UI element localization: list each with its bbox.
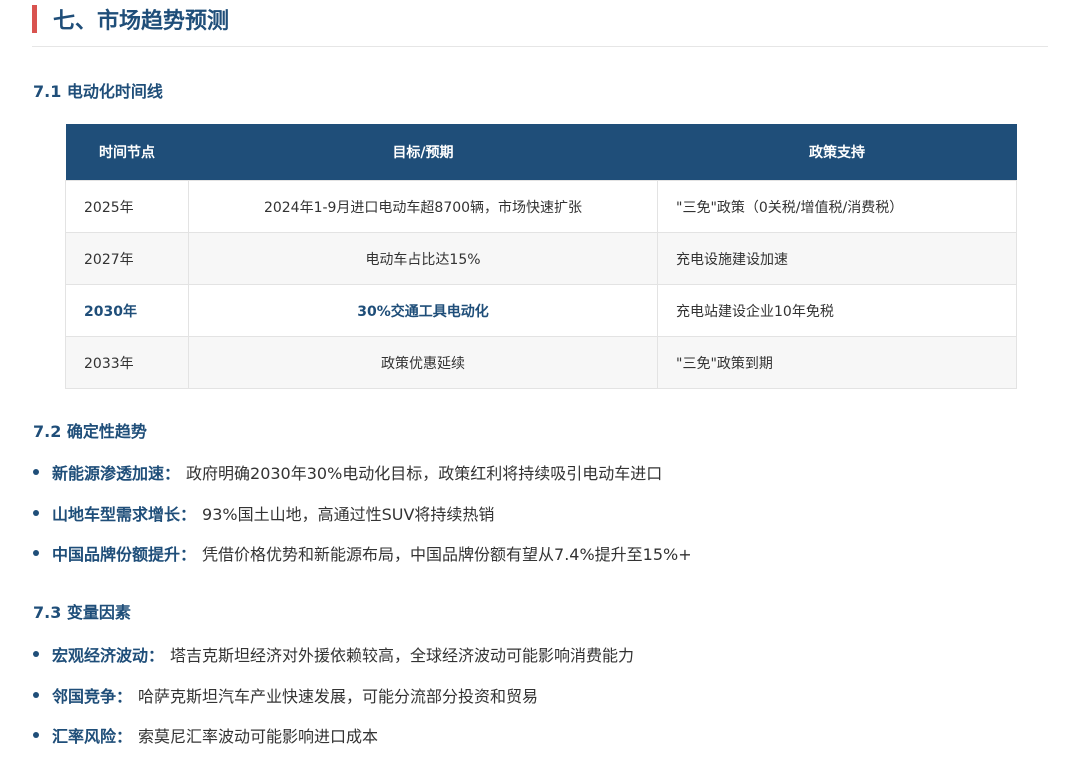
item-label: 中国品牌份额提升： bbox=[52, 545, 197, 565]
item-label: 汇率风险： bbox=[52, 727, 133, 747]
list-item: 山地车型需求增长： 93%国土山地，高通过性SUV将持续热销 bbox=[33, 493, 1033, 534]
bullet-dot bbox=[33, 469, 39, 476]
list-item: 汇率风险： 索莫尼汇率波动可能影响进口成本 bbox=[33, 715, 1033, 756]
section-divider bbox=[32, 46, 1048, 47]
cell-target: 政策优惠延续 bbox=[188, 336, 658, 389]
cell-target: 电动车占比达15% bbox=[188, 232, 658, 285]
report-page: 七、市场趋势预测 7.1 电动化时间线 时间节点 目标/预期 政策支持 2025… bbox=[0, 0, 1080, 763]
section-heading: 七、市场趋势预测 bbox=[32, 2, 229, 36]
table-row: 2027年 电动车占比达15% 充电设施建设加速 bbox=[65, 232, 1017, 285]
cell-policy: 充电站建设企业10年免税 bbox=[657, 284, 1017, 337]
table-row-highlighted: 2030年 30%交通工具电动化 充电站建设企业10年免税 bbox=[65, 284, 1017, 337]
section-title: 七、市场趋势预测 bbox=[53, 9, 230, 34]
electrification-timeline-table: 时间节点 目标/预期 政策支持 2025年 2024年1-9月进口电动车超870… bbox=[65, 124, 1017, 389]
column-header-target: 目标/预期 bbox=[188, 124, 658, 181]
column-header-time: 时间节点 bbox=[65, 124, 189, 181]
certain-trends-list: 新能源渗透加速： 政府明确2030年30%电动化目标，政策红利将持续吸引电动车进口… bbox=[33, 452, 1033, 574]
cell-time: 2033年 bbox=[65, 336, 189, 389]
bullet-dot bbox=[33, 651, 39, 658]
cell-time: 2030年 bbox=[65, 284, 189, 337]
cell-time: 2025年 bbox=[65, 180, 189, 233]
list-item: 新能源渗透加速： 政府明确2030年30%电动化目标，政策红利将持续吸引电动车进口 bbox=[33, 452, 1033, 493]
item-label: 新能源渗透加速： bbox=[52, 464, 181, 484]
item-text: 索莫尼汇率波动可能影响进口成本 bbox=[138, 727, 379, 747]
cell-time: 2027年 bbox=[65, 232, 189, 285]
cell-target: 30%交通工具电动化 bbox=[188, 284, 658, 337]
column-header-policy: 政策支持 bbox=[657, 124, 1017, 181]
cell-policy: "三免"政策到期 bbox=[657, 336, 1017, 389]
heading-marker bbox=[32, 5, 37, 33]
bullet-dot bbox=[33, 691, 39, 698]
item-text: 塔吉克斯坦经济对外援依赖较高，全球经济波动可能影响消费能力 bbox=[170, 646, 635, 666]
item-text: 哈萨克斯坦汽车产业快速发展，可能分流部分投资和贸易 bbox=[138, 686, 539, 706]
list-item: 邻国竞争： 哈萨克斯坦汽车产业快速发展，可能分流部分投资和贸易 bbox=[33, 675, 1033, 716]
subsection-title-certain-trends: 7.2 确定性趋势 bbox=[33, 422, 147, 441]
subsection-title-electrification: 7.1 电动化时间线 bbox=[33, 82, 163, 101]
list-item: 宏观经济波动： 塔吉克斯坦经济对外援依赖较高，全球经济波动可能影响消费能力 bbox=[33, 634, 1033, 675]
variable-factors-list: 宏观经济波动： 塔吉克斯坦经济对外援依赖较高，全球经济波动可能影响消费能力 邻国竞… bbox=[33, 634, 1033, 756]
bullet-dot bbox=[33, 550, 39, 557]
item-text: 政府明确2030年30%电动化目标，政策红利将持续吸引电动车进口 bbox=[186, 464, 663, 484]
item-label: 山地车型需求增长： bbox=[52, 504, 197, 524]
list-item: 中国品牌份额提升： 凭借价格优势和新能源布局，中国品牌份额有望从7.4%提升至15… bbox=[33, 533, 1033, 574]
cell-target: 2024年1-9月进口电动车超8700辆，市场快速扩张 bbox=[188, 180, 658, 233]
item-text: 凭借价格优势和新能源布局，中国品牌份额有望从7.4%提升至15%+ bbox=[202, 545, 692, 565]
item-label: 邻国竞争： bbox=[52, 686, 133, 706]
bullet-dot bbox=[33, 509, 39, 516]
bullet-dot bbox=[33, 732, 39, 739]
table-row: 2033年 政策优惠延续 "三免"政策到期 bbox=[65, 336, 1017, 389]
item-text: 93%国土山地，高通过性SUV将持续热销 bbox=[202, 504, 495, 524]
cell-policy: "三免"政策（0关税/增值税/消费税） bbox=[657, 180, 1017, 233]
table-row: 2025年 2024年1-9月进口电动车超8700辆，市场快速扩张 "三免"政策… bbox=[65, 180, 1017, 233]
item-label: 宏观经济波动： bbox=[52, 646, 165, 666]
cell-policy: 充电设施建设加速 bbox=[657, 232, 1017, 285]
subsection-title-variables: 7.3 变量因素 bbox=[33, 603, 131, 622]
table-header-row: 时间节点 目标/预期 政策支持 bbox=[65, 124, 1017, 181]
